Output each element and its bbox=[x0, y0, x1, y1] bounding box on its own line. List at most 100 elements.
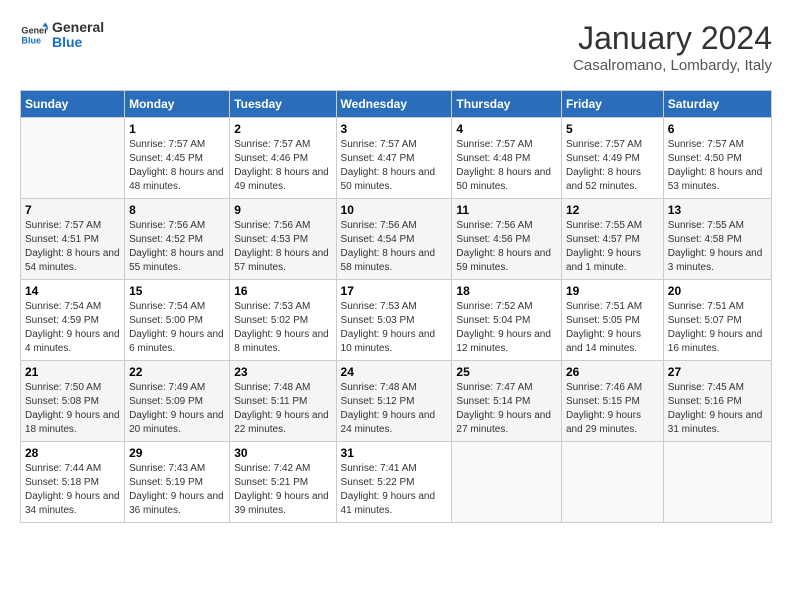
day-cell: 8Sunrise: 7:56 AMSunset: 4:52 PMDaylight… bbox=[125, 199, 230, 280]
day-number: 9 bbox=[234, 203, 331, 217]
logo-line2: Blue bbox=[52, 35, 104, 50]
day-number: 19 bbox=[566, 284, 659, 298]
day-info: Sunrise: 7:57 AMSunset: 4:46 PMDaylight:… bbox=[234, 138, 331, 194]
day-number: 11 bbox=[456, 203, 557, 217]
location-title: Casalromano, Lombardy, Italy bbox=[573, 57, 772, 74]
day-number: 16 bbox=[234, 284, 331, 298]
calendar-table: SundayMondayTuesdayWednesdayThursdayFrid… bbox=[20, 90, 772, 523]
day-cell: 19 Sunrise: 7:51 AMSunset: 5:05 PMDayligh… bbox=[561, 280, 663, 361]
week-row-2: 14 Sunrise: 7:54 AMSunset: 4:59 PMDayligh… bbox=[21, 280, 772, 361]
week-row-3: 21 Sunrise: 7:50 AMSunset: 5:08 PMDayligh… bbox=[21, 361, 772, 442]
day-number: 20 bbox=[668, 284, 767, 298]
day-info: Sunrise: 7:50 AMSunset: 5:08 PMDaylight:… bbox=[25, 381, 120, 437]
day-number: 3 bbox=[341, 122, 448, 136]
day-cell: 12 Sunrise: 7:55 AMSunset: 4:57 PMDayligh… bbox=[561, 199, 663, 280]
day-info: Sunrise: 7:46 AMSunset: 5:15 PMDaylight:… bbox=[566, 381, 659, 437]
day-cell: 27Sunrise: 7:45 AMSunset: 5:16 PMDayligh… bbox=[663, 361, 771, 442]
day-cell bbox=[663, 442, 771, 523]
day-cell: 22Sunrise: 7:49 AMSunset: 5:09 PMDayligh… bbox=[125, 361, 230, 442]
day-cell: 31 Sunrise: 7:41 AMSunset: 5:22 PMDayligh… bbox=[336, 442, 452, 523]
col-header-monday: Monday bbox=[125, 91, 230, 118]
day-cell: 4 Sunrise: 7:57 AMSunset: 4:48 PMDaylight… bbox=[452, 118, 562, 199]
day-info: Sunrise: 7:55 AMSunset: 4:58 PMDaylight:… bbox=[668, 219, 767, 275]
day-info: Sunrise: 7:48 AMSunset: 5:12 PMDaylight:… bbox=[341, 381, 448, 437]
month-title: January 2024 bbox=[573, 20, 772, 57]
header-row: SundayMondayTuesdayWednesdayThursdayFrid… bbox=[21, 91, 772, 118]
day-cell: 25 Sunrise: 7:47 AMSunset: 5:14 PMDayligh… bbox=[452, 361, 562, 442]
day-info: Sunrise: 7:51 AMSunset: 5:07 PMDaylight:… bbox=[668, 300, 767, 356]
day-info: Sunrise: 7:51 AMSunset: 5:05 PMDaylight:… bbox=[566, 300, 659, 356]
day-cell: 21 Sunrise: 7:50 AMSunset: 5:08 PMDayligh… bbox=[21, 361, 125, 442]
logo-line1: General bbox=[52, 20, 104, 35]
day-number: 18 bbox=[456, 284, 557, 298]
day-number: 12 bbox=[566, 203, 659, 217]
day-cell bbox=[452, 442, 562, 523]
day-number: 23 bbox=[234, 365, 331, 379]
day-info: Sunrise: 7:57 AMSunset: 4:49 PMDaylight:… bbox=[566, 138, 659, 194]
col-header-tuesday: Tuesday bbox=[230, 91, 336, 118]
day-number: 2 bbox=[234, 122, 331, 136]
day-number: 10 bbox=[341, 203, 448, 217]
day-info: Sunrise: 7:56 AMSunset: 4:53 PMDaylight:… bbox=[234, 219, 331, 275]
day-cell: 2 Sunrise: 7:57 AMSunset: 4:46 PMDaylight… bbox=[230, 118, 336, 199]
day-cell: 11Sunrise: 7:56 AMSunset: 4:56 PMDayligh… bbox=[452, 199, 562, 280]
day-cell: 9 Sunrise: 7:56 AMSunset: 4:53 PMDaylight… bbox=[230, 199, 336, 280]
day-number: 26 bbox=[566, 365, 659, 379]
day-info: Sunrise: 7:44 AMSunset: 5:18 PMDaylight:… bbox=[25, 462, 120, 518]
day-number: 13 bbox=[668, 203, 767, 217]
day-cell: 13 Sunrise: 7:55 AMSunset: 4:58 PMDayligh… bbox=[663, 199, 771, 280]
day-info: Sunrise: 7:54 AMSunset: 4:59 PMDaylight:… bbox=[25, 300, 120, 356]
day-number: 29 bbox=[129, 446, 225, 460]
day-info: Sunrise: 7:57 AMSunset: 4:45 PMDaylight:… bbox=[129, 138, 225, 194]
day-info: Sunrise: 7:55 AMSunset: 4:57 PMDaylight:… bbox=[566, 219, 659, 275]
day-number: 25 bbox=[456, 365, 557, 379]
col-header-wednesday: Wednesday bbox=[336, 91, 452, 118]
day-cell: 1 Sunrise: 7:57 AMSunset: 4:45 PMDaylight… bbox=[125, 118, 230, 199]
day-number: 6 bbox=[668, 122, 767, 136]
day-number: 4 bbox=[456, 122, 557, 136]
week-row-1: 7Sunrise: 7:57 AMSunset: 4:51 PMDaylight… bbox=[21, 199, 772, 280]
day-info: Sunrise: 7:47 AMSunset: 5:14 PMDaylight:… bbox=[456, 381, 557, 437]
day-cell: 28 Sunrise: 7:44 AMSunset: 5:18 PMDayligh… bbox=[21, 442, 125, 523]
header: General Blue General Blue January 2024 C… bbox=[20, 20, 772, 74]
day-cell: 20 Sunrise: 7:51 AMSunset: 5:07 PMDayligh… bbox=[663, 280, 771, 361]
day-cell: 15Sunrise: 7:54 AMSunset: 5:00 PMDayligh… bbox=[125, 280, 230, 361]
day-cell: 17Sunrise: 7:53 AMSunset: 5:03 PMDayligh… bbox=[336, 280, 452, 361]
day-cell: 24 Sunrise: 7:48 AMSunset: 5:12 PMDayligh… bbox=[336, 361, 452, 442]
day-info: Sunrise: 7:52 AMSunset: 5:04 PMDaylight:… bbox=[456, 300, 557, 356]
day-cell bbox=[561, 442, 663, 523]
day-cell: 14 Sunrise: 7:54 AMSunset: 4:59 PMDayligh… bbox=[21, 280, 125, 361]
day-cell: 29 Sunrise: 7:43 AMSunset: 5:19 PMDayligh… bbox=[125, 442, 230, 523]
day-info: Sunrise: 7:43 AMSunset: 5:19 PMDaylight:… bbox=[129, 462, 225, 518]
day-number: 22 bbox=[129, 365, 225, 379]
day-number: 1 bbox=[129, 122, 225, 136]
day-number: 14 bbox=[25, 284, 120, 298]
day-cell: 3Sunrise: 7:57 AMSunset: 4:47 PMDaylight… bbox=[336, 118, 452, 199]
day-info: Sunrise: 7:42 AMSunset: 5:21 PMDaylight:… bbox=[234, 462, 331, 518]
day-cell: 26 Sunrise: 7:46 AMSunset: 5:15 PMDayligh… bbox=[561, 361, 663, 442]
svg-text:Blue: Blue bbox=[21, 36, 41, 46]
week-row-0: 1 Sunrise: 7:57 AMSunset: 4:45 PMDaylight… bbox=[21, 118, 772, 199]
day-info: Sunrise: 7:56 AMSunset: 4:54 PMDaylight:… bbox=[341, 219, 448, 275]
day-info: Sunrise: 7:57 AMSunset: 4:48 PMDaylight:… bbox=[456, 138, 557, 194]
day-info: Sunrise: 7:41 AMSunset: 5:22 PMDaylight:… bbox=[341, 462, 448, 518]
col-header-sunday: Sunday bbox=[21, 91, 125, 118]
col-header-friday: Friday bbox=[561, 91, 663, 118]
day-number: 28 bbox=[25, 446, 120, 460]
day-cell: 23Sunrise: 7:48 AMSunset: 5:11 PMDayligh… bbox=[230, 361, 336, 442]
day-number: 8 bbox=[129, 203, 225, 217]
day-info: Sunrise: 7:53 AMSunset: 5:02 PMDaylight:… bbox=[234, 300, 331, 356]
week-row-4: 28 Sunrise: 7:44 AMSunset: 5:18 PMDayligh… bbox=[21, 442, 772, 523]
day-number: 24 bbox=[341, 365, 448, 379]
day-cell: 10 Sunrise: 7:56 AMSunset: 4:54 PMDayligh… bbox=[336, 199, 452, 280]
day-number: 30 bbox=[234, 446, 331, 460]
svg-text:General: General bbox=[21, 26, 48, 36]
day-cell: 18 Sunrise: 7:52 AMSunset: 5:04 PMDayligh… bbox=[452, 280, 562, 361]
day-number: 21 bbox=[25, 365, 120, 379]
day-cell: 30 Sunrise: 7:42 AMSunset: 5:21 PMDayligh… bbox=[230, 442, 336, 523]
day-number: 31 bbox=[341, 446, 448, 460]
day-cell: 16 Sunrise: 7:53 AMSunset: 5:02 PMDayligh… bbox=[230, 280, 336, 361]
logo: General Blue General Blue bbox=[20, 20, 104, 51]
logo-icon: General Blue bbox=[20, 21, 48, 49]
day-info: Sunrise: 7:54 AMSunset: 5:00 PMDaylight:… bbox=[129, 300, 225, 356]
